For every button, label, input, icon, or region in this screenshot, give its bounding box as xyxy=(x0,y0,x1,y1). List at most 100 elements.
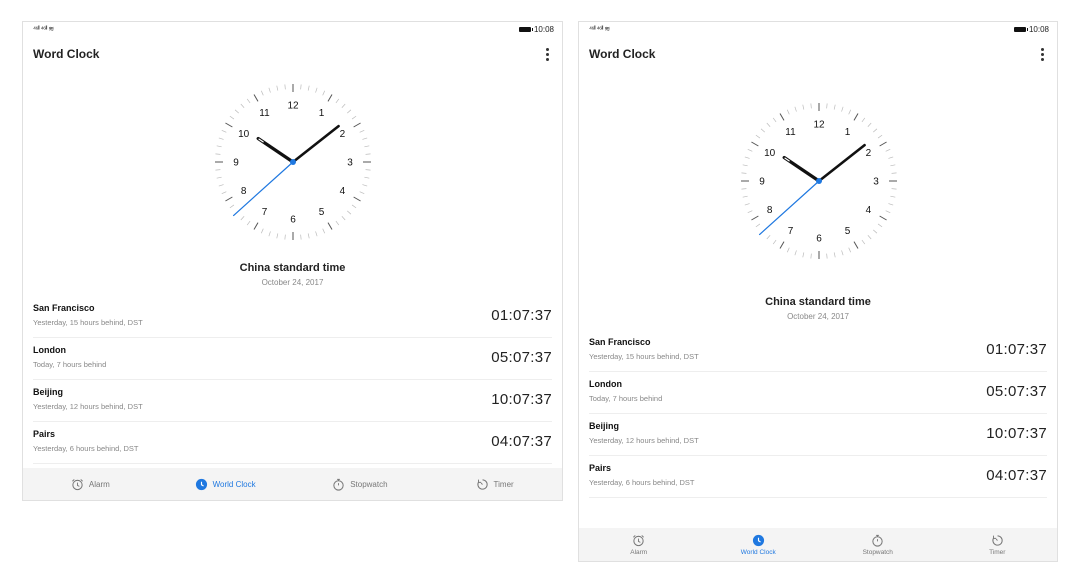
clock-tick xyxy=(240,216,245,221)
clock-tick xyxy=(362,184,368,187)
tab-alarm[interactable]: Alarm xyxy=(23,468,158,500)
clock-tick xyxy=(755,223,761,228)
city-row-san-francisco[interactable]: San Francisco Yesterday, 15 hours behind… xyxy=(589,330,1047,372)
city-time: 10:07:37 xyxy=(491,391,552,408)
clock-tick xyxy=(327,222,333,230)
city-time: 04:07:37 xyxy=(986,467,1047,484)
world-clock-icon xyxy=(752,534,765,547)
clock-tick xyxy=(772,239,777,245)
clock-tick xyxy=(867,235,872,240)
city-row-london[interactable]: London Today, 7 hours behind 05:07:37 xyxy=(33,338,552,380)
clock-tick xyxy=(221,191,227,195)
tab-world-clock[interactable]: World Clock xyxy=(699,528,819,561)
clock-tick xyxy=(364,145,370,148)
clock-tick xyxy=(322,90,326,96)
tab-label: World Clock xyxy=(740,548,776,556)
clock-tick xyxy=(307,85,310,91)
clock-tick xyxy=(810,253,812,259)
clock-hour-label: 3 xyxy=(873,177,879,188)
clock-tick xyxy=(741,188,747,190)
timer-icon xyxy=(476,478,489,491)
clock-hour-label: 5 xyxy=(319,207,325,218)
clock-hour-label: 1 xyxy=(319,108,325,119)
clock-tick xyxy=(253,222,259,230)
clock-tick xyxy=(322,228,326,234)
tab-stopwatch[interactable]: Stopwatch xyxy=(293,468,428,500)
app-bar: Word Clock xyxy=(23,44,562,66)
minute-hand xyxy=(291,124,340,164)
tab-world-clock[interactable]: World Clock xyxy=(158,468,293,500)
alarm-clock-icon xyxy=(632,534,645,547)
clock-tick xyxy=(347,109,352,114)
city-desc: Yesterday, 15 hours behind, DST xyxy=(589,352,699,361)
clock-tick xyxy=(891,172,897,174)
tab-timer[interactable]: Timer xyxy=(427,468,562,500)
clock-tick xyxy=(744,203,750,206)
clock-tick xyxy=(861,239,866,245)
clock-hour-label: 7 xyxy=(262,207,268,218)
city-row-london[interactable]: London Today, 7 hours behind 05:07:37 xyxy=(589,372,1047,414)
city-row-pairs[interactable]: Pairs Yesterday, 6 hours behind, DST 04:… xyxy=(589,456,1047,498)
clock-tick xyxy=(890,195,896,198)
tab-timer[interactable]: Timer xyxy=(938,528,1058,561)
clock-tick xyxy=(873,128,878,133)
clock-tick xyxy=(300,84,302,90)
clock-tick xyxy=(218,137,224,140)
clock-tick xyxy=(253,94,259,102)
clock-tick xyxy=(766,122,771,127)
clock-tick xyxy=(747,148,753,152)
tab-alarm[interactable]: Alarm xyxy=(579,528,699,561)
clock-tick xyxy=(772,117,777,123)
clock-tick xyxy=(802,252,805,258)
status-bar: ⁴⁶ᴵᴵ ⁴⁶ᴵᴵ ≋ 10:08 xyxy=(579,22,1057,38)
clock-tick xyxy=(335,98,340,104)
clock-tick xyxy=(755,134,761,139)
clock-hour-label: 10 xyxy=(238,129,250,140)
signal-icon: ⁴⁶ᴵᴵ ⁴⁶ᴵᴵ ≋ xyxy=(589,26,610,33)
more-vert-icon[interactable] xyxy=(1037,46,1047,62)
city-name: London xyxy=(33,345,66,355)
clock-tick xyxy=(833,104,836,110)
clock-tick xyxy=(786,247,790,253)
clock-tick xyxy=(364,176,370,179)
clock-hour-label: 6 xyxy=(816,234,822,245)
clock-hour-label: 9 xyxy=(233,158,239,169)
city-time: 01:07:37 xyxy=(491,307,552,324)
clock-tick xyxy=(751,215,759,221)
clock-hour-label: 4 xyxy=(866,205,872,216)
clock-tick xyxy=(848,247,852,253)
city-row-pairs[interactable]: Pairs Yesterday, 6 hours behind, DST 04:… xyxy=(33,422,552,464)
clock-tick xyxy=(888,156,894,159)
clock-hour-label: 12 xyxy=(287,101,299,112)
tab-label: Alarm xyxy=(630,548,648,556)
city-name: Beijing xyxy=(33,387,64,397)
tab-stopwatch[interactable]: Stopwatch xyxy=(818,528,938,561)
clock-tick xyxy=(742,164,748,167)
city-desc: Yesterday, 6 hours behind, DST xyxy=(33,444,139,453)
clock-tick xyxy=(353,196,361,202)
clock-tick xyxy=(300,234,302,240)
city-row-beijing[interactable]: Beijing Yesterday, 12 hours behind, DST … xyxy=(589,414,1047,456)
clock-tick xyxy=(240,103,245,108)
city-row-beijing[interactable]: Beijing Yesterday, 12 hours behind, DST … xyxy=(33,380,552,422)
tab-label: Timer xyxy=(989,548,1006,556)
city-name: San Francisco xyxy=(33,303,95,313)
clock-tick xyxy=(276,85,279,91)
clock-hour-label: 9 xyxy=(759,177,765,188)
clock-tick xyxy=(802,104,805,110)
city-desc: Yesterday, 6 hours behind, DST xyxy=(589,478,695,487)
clock-hour-label: 2 xyxy=(866,148,872,159)
clock-tick xyxy=(359,191,365,195)
city-row-san-francisco[interactable]: San Francisco Yesterday, 15 hours behind… xyxy=(33,296,552,338)
clock-tick xyxy=(848,109,852,115)
clock-tick xyxy=(307,233,310,239)
clock-tick xyxy=(268,87,271,93)
battery-icon xyxy=(1013,27,1028,32)
city-name: Beijing xyxy=(589,421,620,431)
clock-tick xyxy=(751,141,759,147)
more-vert-icon[interactable] xyxy=(542,46,552,62)
clock-tick xyxy=(362,137,368,140)
clock-hour-label: 1 xyxy=(845,127,851,138)
clock-tick xyxy=(229,115,235,120)
clock-hour-label: 2 xyxy=(340,129,346,140)
